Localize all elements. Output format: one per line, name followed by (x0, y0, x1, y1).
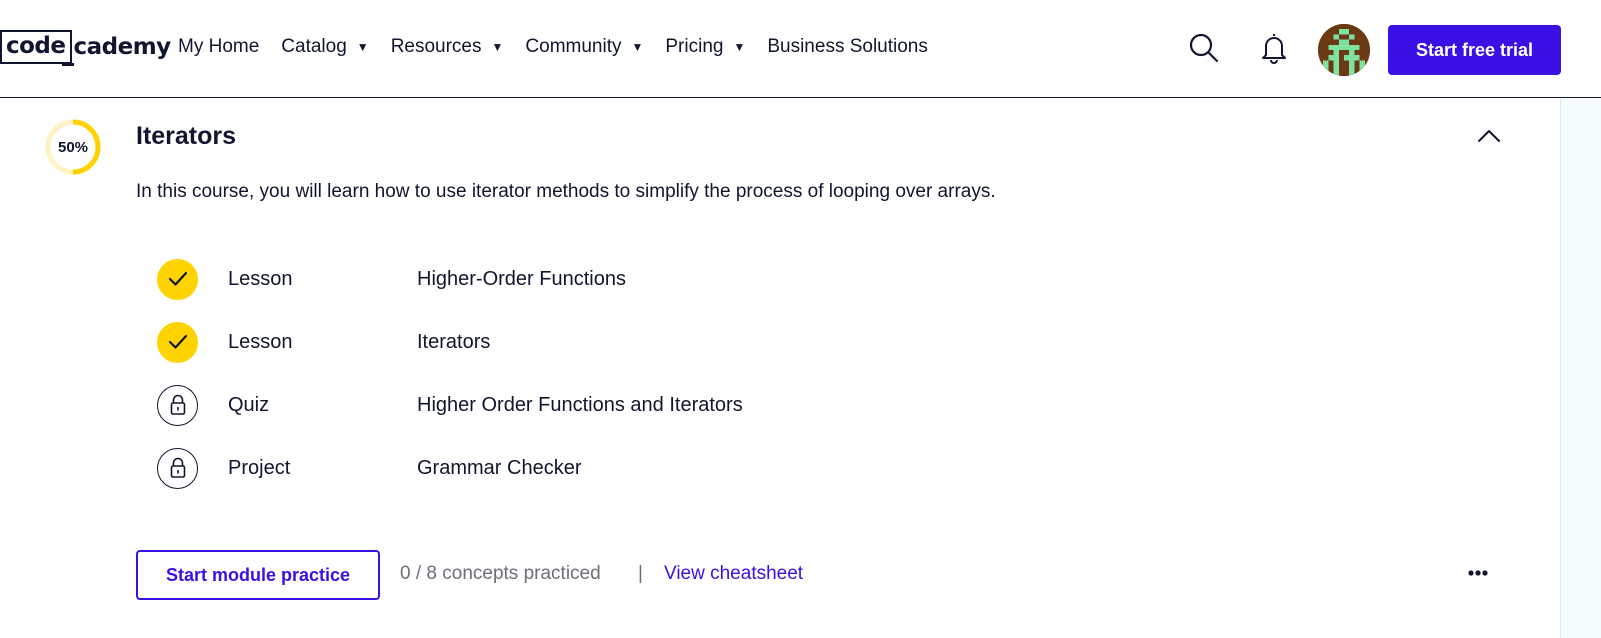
side-panel-edge (1560, 99, 1601, 638)
item-type: Lesson (228, 330, 293, 353)
module-item-row[interactable]: Project Grammar Checker (157, 447, 1057, 489)
bell-icon[interactable] (1256, 30, 1292, 66)
search-icon[interactable] (1186, 30, 1222, 66)
nav-resources[interactable]: Resources ▼ (391, 36, 504, 58)
nav-resources-label: Resources (390, 36, 482, 57)
nav-catalog[interactable]: Catalog ▼ (281, 36, 368, 58)
item-type: Quiz (228, 393, 270, 416)
nav-my-home-label: My Home (178, 36, 260, 57)
more-options-icon[interactable] (1466, 566, 1490, 580)
main-nav: My Home Catalog ▼ Resources ▼ Community … (178, 36, 950, 58)
caret-down-icon: ▼ (631, 40, 644, 54)
separator: | (638, 563, 643, 584)
top-navigation-bar: code cademy My Home Catalog ▼ Resources … (0, 0, 1601, 98)
avatar[interactable] (1318, 24, 1370, 76)
item-name: Grammar Checker (417, 456, 582, 479)
nav-community[interactable]: Community ▼ (525, 36, 643, 58)
caret-down-icon: ▼ (491, 40, 504, 54)
item-name: Higher Order Functions and Iterators (417, 393, 743, 416)
nav-business-solutions[interactable]: Business Solutions (767, 36, 928, 58)
logo-cademy-part: cademy (61, 30, 171, 66)
module-title: Iterators (136, 122, 237, 150)
module-progress-percent: 50% (57, 138, 89, 156)
start-module-practice-button[interactable]: Start module practice (136, 550, 380, 600)
nav-community-label: Community (525, 36, 622, 57)
completed-check-icon (157, 258, 198, 300)
item-name: Higher-Order Functions (417, 267, 626, 290)
module-item-row[interactable]: Lesson Iterators (157, 321, 1057, 363)
codecademy-logo[interactable]: code cademy (0, 30, 171, 66)
nav-catalog-label: Catalog (281, 36, 347, 57)
nav-my-home[interactable]: My Home (178, 36, 259, 58)
caret-down-icon: ▼ (356, 40, 369, 54)
item-type: Lesson (228, 267, 293, 290)
item-name: Iterators (417, 330, 491, 353)
module-item-row[interactable]: Quiz Higher Order Functions and Iterator… (157, 384, 1057, 426)
item-type: Project (228, 456, 291, 479)
nav-pricing[interactable]: Pricing ▼ (665, 36, 745, 58)
module-description: In this course, you will learn how to us… (136, 181, 996, 202)
caret-down-icon: ▼ (733, 40, 746, 54)
logo-code-part: code (0, 30, 72, 64)
nav-pricing-label: Pricing (665, 36, 724, 57)
lock-icon (157, 384, 198, 426)
completed-check-icon (157, 321, 198, 363)
concepts-practiced-count: 0 / 8 concepts practiced (400, 563, 601, 584)
chevron-up-icon[interactable] (1476, 126, 1502, 146)
start-free-trial-button[interactable]: Start free trial (1388, 25, 1561, 75)
nav-business-solutions-label: Business Solutions (767, 36, 928, 57)
module-item-row[interactable]: Lesson Higher-Order Functions (157, 258, 1057, 300)
lock-icon (157, 447, 198, 489)
view-cheatsheet-link[interactable]: View cheatsheet (664, 563, 803, 585)
